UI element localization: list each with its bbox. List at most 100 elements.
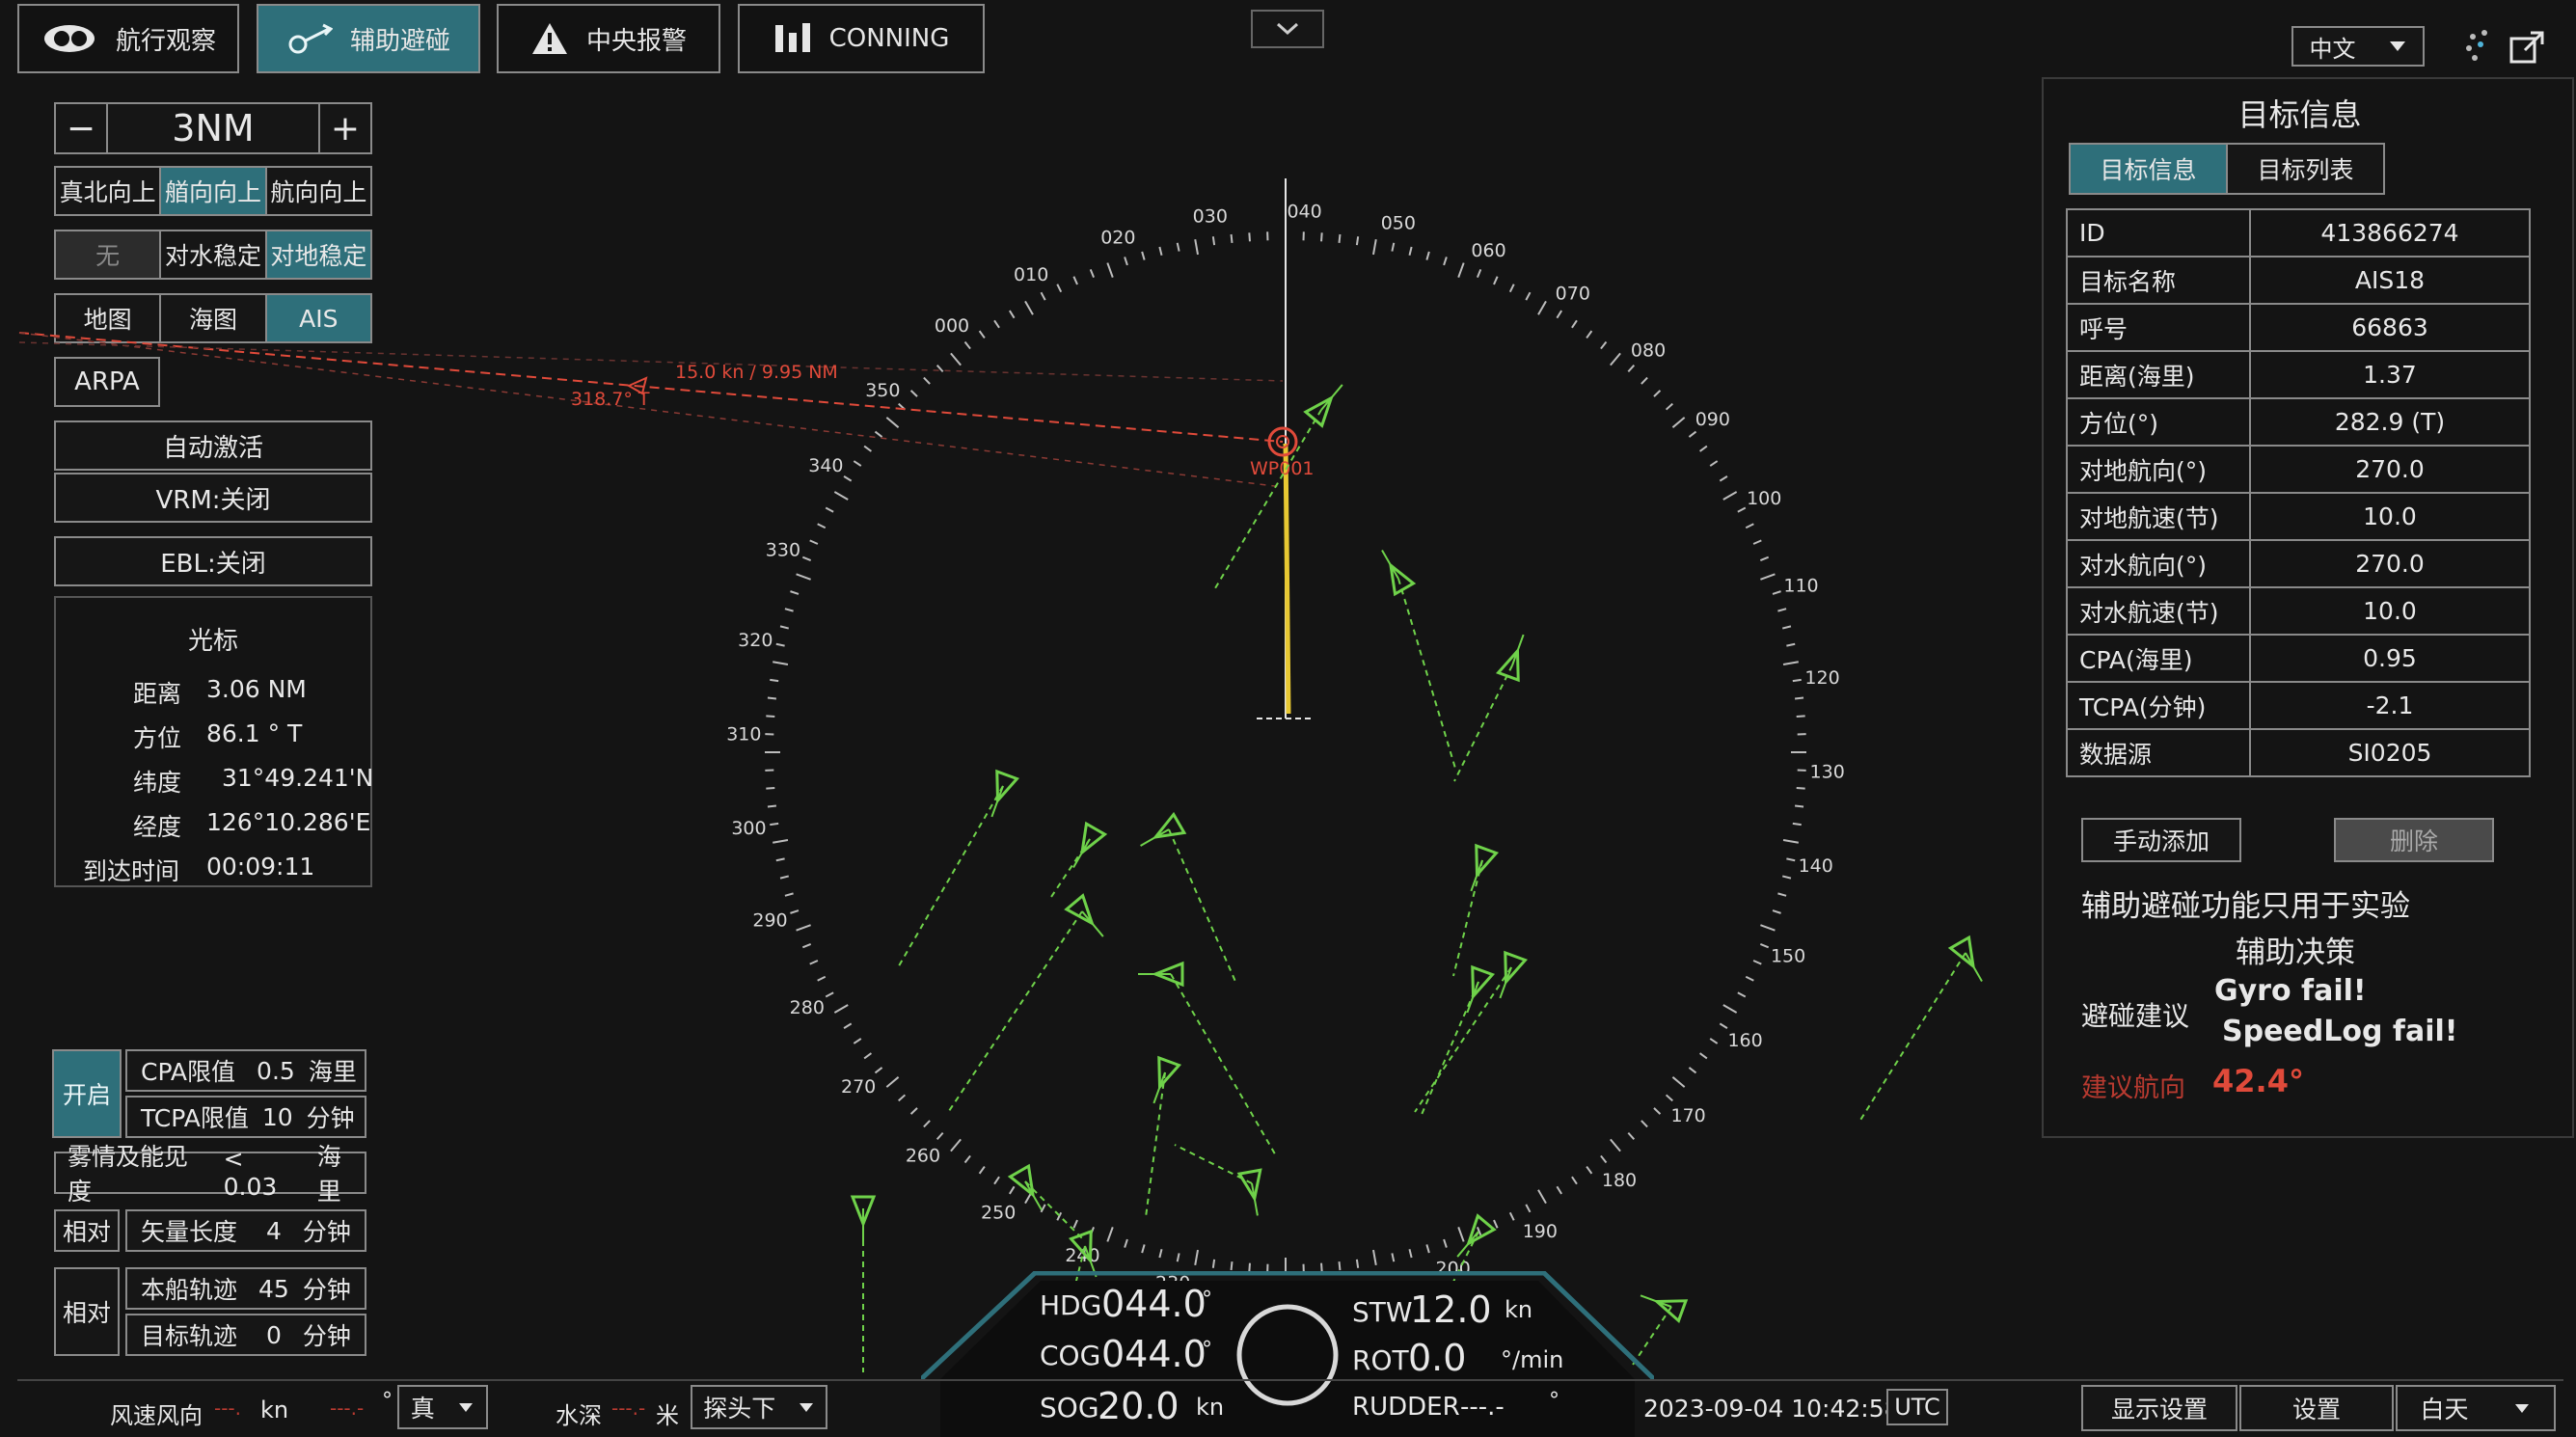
ais-target-icon[interactable]	[1454, 635, 1528, 781]
ais-target-icon[interactable]	[1051, 824, 1105, 897]
bearing-tick	[1357, 1260, 1358, 1268]
delete-button[interactable]: 删除	[2334, 818, 2494, 862]
target-info-row: ID413866274	[2067, 209, 2530, 257]
wind-reference-value: 真	[411, 1390, 435, 1424]
bearing-tick	[1795, 806, 1803, 807]
bearing-tick	[1478, 269, 1480, 277]
bearing-tick	[810, 961, 818, 964]
route-xte-line	[19, 333, 1283, 487]
ais-target-icon[interactable]	[1146, 1058, 1179, 1217]
route-leg-info: 15.0 kn / 9.95 NM	[675, 362, 838, 383]
bearing-tick	[1723, 1005, 1737, 1013]
bearing-tick	[766, 716, 774, 717]
ais-target-icon[interactable]	[1453, 846, 1496, 976]
cog-value: 044.0	[1101, 1333, 1207, 1375]
bearing-tick	[1628, 366, 1634, 372]
ais-target-icon[interactable]	[1141, 814, 1236, 984]
display-settings-button[interactable]: 显示设置	[2081, 1385, 2237, 1431]
route-xte-line	[19, 342, 1283, 381]
bearing-tick	[1760, 557, 1768, 560]
bearing-tick	[1797, 788, 1805, 789]
bearing-tick	[802, 944, 810, 947]
ais-target-icon[interactable]	[1415, 953, 1525, 1112]
bearing-tick	[1689, 1068, 1695, 1073]
bottom-divider	[17, 1379, 2563, 1381]
settings-button[interactable]: 设置	[2239, 1385, 2394, 1431]
bearing-tick	[965, 341, 971, 348]
bearing-tick	[1641, 1121, 1647, 1126]
ais-target-icon[interactable]	[947, 896, 1103, 1114]
bearing-label: 170	[1671, 1105, 1706, 1126]
bearing-tick	[1494, 1220, 1498, 1228]
bearing-tick	[1426, 252, 1428, 260]
tab-target-info[interactable]: 目标信息	[2071, 145, 2228, 193]
bearing-tick	[1710, 461, 1717, 466]
wind-dir-unit: °	[382, 1389, 393, 1413]
wind-reference-select[interactable]: 真	[397, 1385, 488, 1429]
bearing-tick	[1783, 840, 1799, 843]
bearing-label: 270	[841, 1076, 876, 1098]
ais-target-icon[interactable]	[853, 1197, 874, 1372]
ais-target-icon[interactable]	[1859, 937, 1983, 1122]
stw-unit: kn	[1505, 1296, 1532, 1323]
bearing-tick	[1159, 1249, 1161, 1258]
target-info-table: ID413866274目标名称AIS18呼号66863距离(海里)1.37方位(…	[2066, 208, 2531, 777]
bearing-label: 240	[1065, 1245, 1099, 1266]
bearing-tick	[780, 626, 789, 628]
wind-label: 风速风向	[110, 1396, 203, 1430]
bearing-tick	[1538, 301, 1546, 314]
bearing-tick	[790, 591, 799, 594]
rudder-label: RUDDER	[1352, 1393, 1460, 1422]
stw-value: 12.0	[1410, 1288, 1492, 1331]
ais-target-icon[interactable]	[1421, 967, 1492, 1117]
bearing-label: 020	[1100, 228, 1135, 249]
decision-note: 辅助决策	[2236, 928, 2355, 971]
bearing-tick	[1667, 1095, 1673, 1100]
bearing-label: 150	[1771, 946, 1805, 967]
bearing-tick	[1667, 404, 1673, 410]
target-info-row: 对水航速(节)10.0	[2067, 587, 2530, 635]
ais-target-icon[interactable]	[1215, 385, 1342, 588]
ais-target-icon[interactable]	[1175, 1145, 1265, 1215]
bearing-label: 340	[808, 455, 843, 476]
bearing-tick	[1746, 524, 1753, 528]
hdg-value: 044.0	[1101, 1283, 1207, 1325]
bearing-tick	[1125, 257, 1127, 265]
rudder-unit: °	[1549, 1389, 1559, 1413]
bearing-tick	[1753, 961, 1761, 964]
bearing-label: 190	[1523, 1221, 1558, 1242]
experimental-note: 辅助避碰功能只用于实验	[2081, 881, 2410, 925]
target-info-label: TCPA(分钟)	[2067, 682, 2250, 729]
cog-label: COG	[1040, 1340, 1100, 1371]
ais-target-icon[interactable]	[897, 772, 1017, 969]
target-info-row: 呼号66863	[2067, 304, 2530, 351]
bearing-label: 140	[1799, 855, 1833, 877]
stw-label: STW	[1352, 1296, 1413, 1328]
bearing-tick	[1073, 277, 1077, 285]
bearing-tick	[768, 806, 776, 807]
target-info-label: 对地航向(°)	[2067, 446, 2250, 493]
caret-down-icon	[2513, 1402, 2531, 1414]
bearing-label: 280	[790, 997, 825, 1018]
depth-reference-select[interactable]: 探头下	[691, 1385, 827, 1429]
manual-add-button[interactable]: 手动添加	[2081, 818, 2241, 862]
tab-target-list[interactable]: 目标列表	[2228, 145, 2383, 193]
bearing-tick	[790, 910, 799, 913]
ais-target-icon[interactable]	[1381, 551, 1456, 772]
bearing-tick	[1710, 1039, 1717, 1044]
ais-targets	[853, 385, 1983, 1372]
bearing-tick	[770, 680, 778, 681]
bearing-tick	[1340, 1261, 1341, 1270]
target-info-label: 距离(海里)	[2067, 351, 2250, 398]
bearing-label: 090	[1695, 409, 1730, 430]
day-night-select[interactable]: 白天	[2396, 1385, 2556, 1431]
bearing-tick	[854, 461, 860, 466]
bearing-tick	[1091, 269, 1094, 277]
bearing-tick	[834, 492, 848, 500]
ais-target-icon[interactable]	[1010, 1166, 1083, 1239]
bearing-tick	[1720, 476, 1727, 481]
bearing-tick	[1458, 1227, 1463, 1241]
bearing-tick	[1494, 277, 1498, 285]
bearing-label: 080	[1631, 339, 1666, 361]
bearing-tick	[1373, 239, 1376, 255]
